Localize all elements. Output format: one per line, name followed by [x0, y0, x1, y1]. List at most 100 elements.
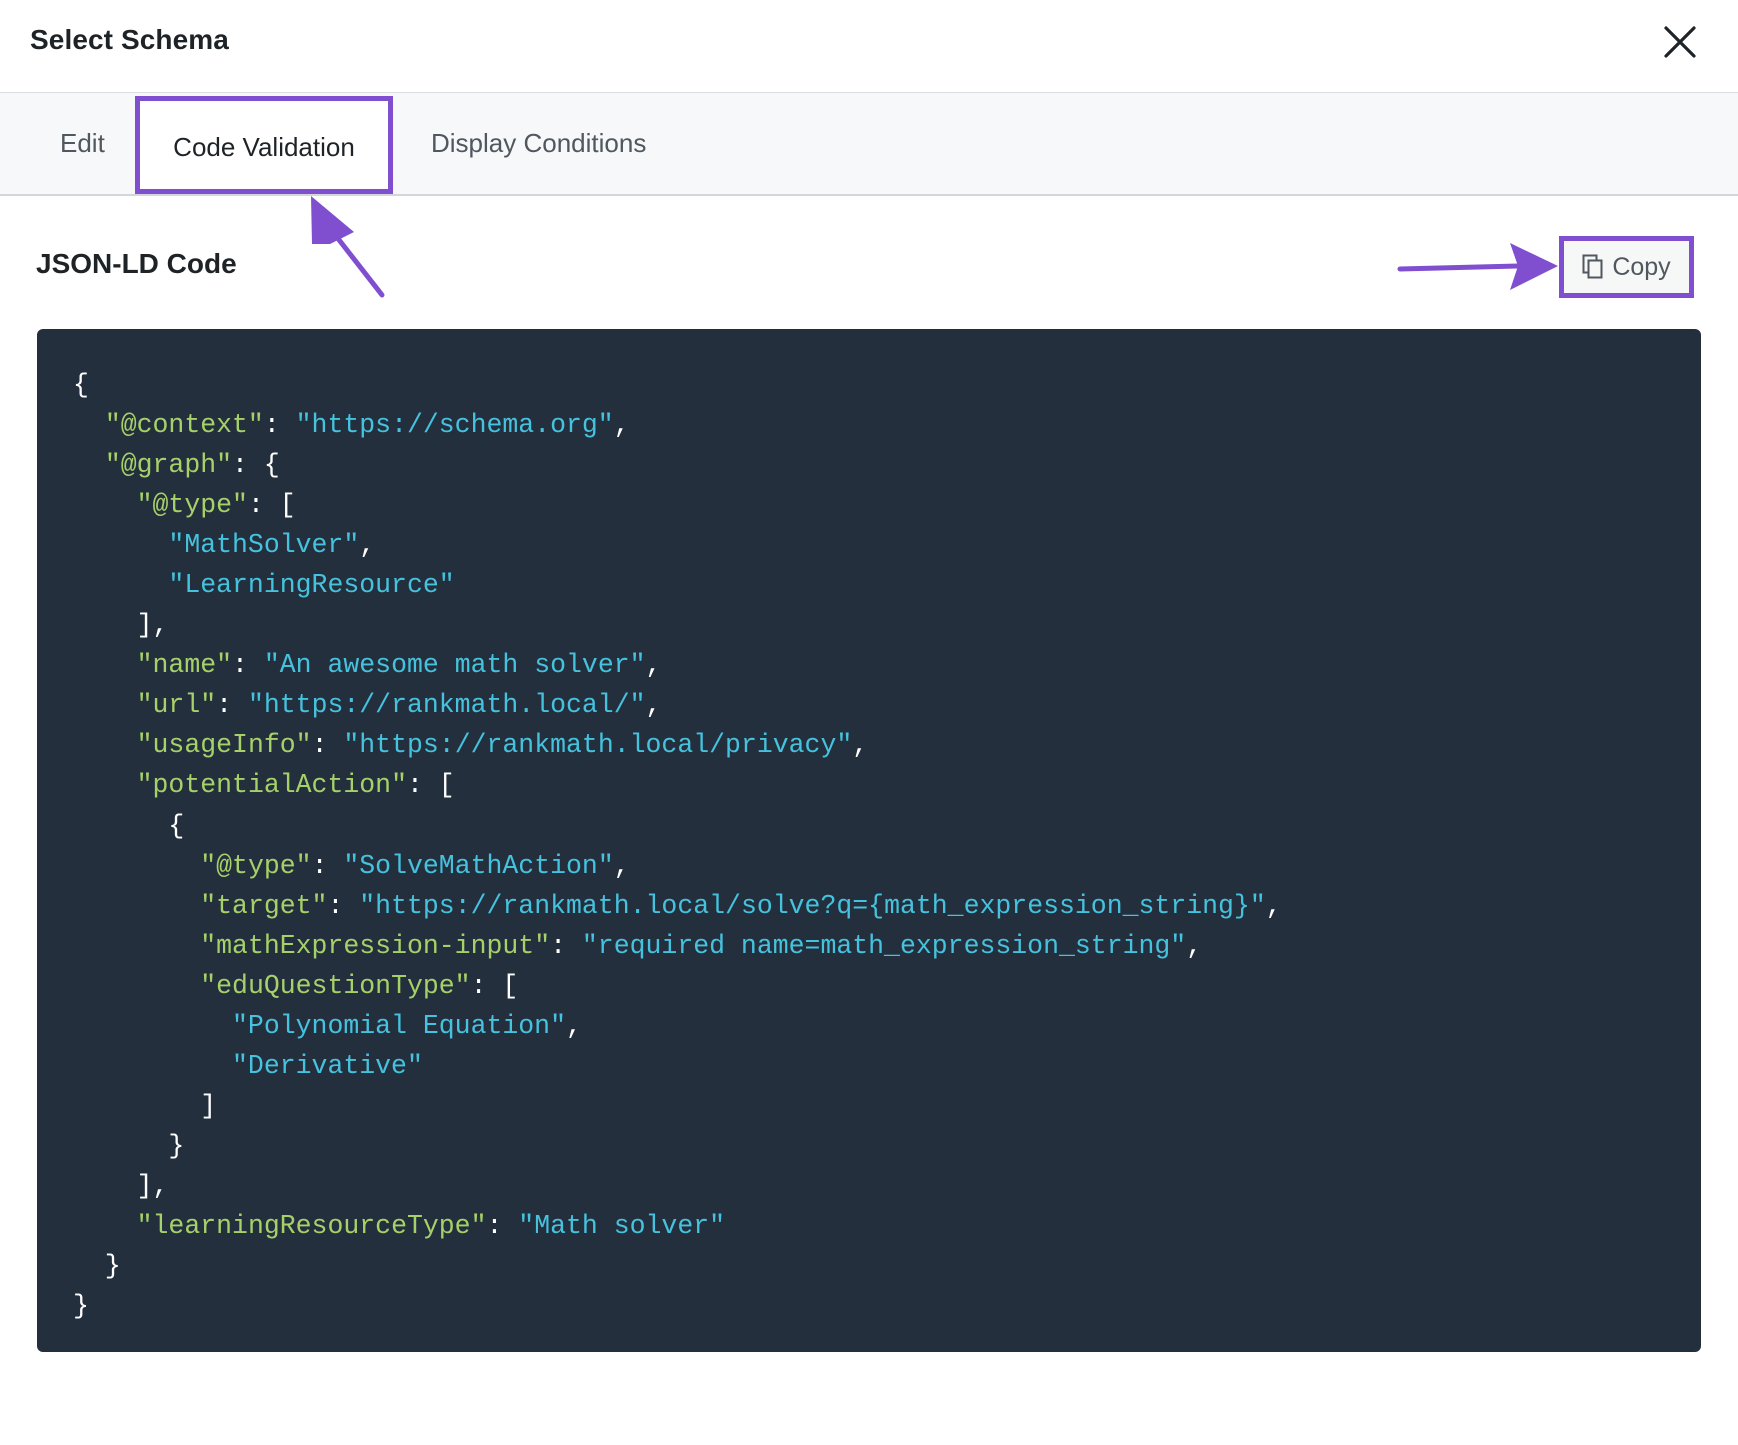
- code-punctuation: :: [311, 850, 344, 881]
- code-key: "mathExpression-input": [200, 930, 551, 961]
- code-punctuation: [73, 1051, 232, 1081]
- code-punctuation: :: [550, 930, 582, 961]
- code-key: "@graph": [104, 450, 233, 481]
- code-punctuation: ,: [566, 1010, 582, 1041]
- code-punctuation: ,: [1186, 930, 1203, 961]
- code-punctuation: [73, 490, 137, 520]
- code-line: "target": "https://rankmath.local/solve?…: [73, 886, 1701, 926]
- section-title: JSON-LD Code: [36, 248, 237, 279]
- code-punctuation: : [: [247, 490, 296, 521]
- code-line: "@context": "https://schema.org",: [73, 405, 1701, 445]
- code-punctuation: ,: [645, 690, 662, 721]
- code-string: "Derivative": [232, 1050, 423, 1081]
- code-line: {: [73, 365, 1701, 405]
- code-punctuation: : [: [470, 970, 519, 1001]
- code-punctuation: [73, 891, 200, 921]
- code-line: ]: [73, 1086, 1701, 1126]
- code-punctuation: ,: [613, 850, 630, 881]
- code-punctuation: ],: [73, 610, 169, 641]
- code-punctuation: ,: [1265, 890, 1282, 921]
- code-line: "url": "https://rankmath.local/",: [73, 685, 1701, 725]
- code-line: "usageInfo": "https://rankmath.local/pri…: [73, 725, 1701, 765]
- close-icon: [1664, 26, 1696, 58]
- code-punctuation: :: [311, 730, 344, 761]
- code-key: "learningResourceType": [136, 1210, 487, 1241]
- code-punctuation: [73, 530, 168, 560]
- code-key: "url": [136, 690, 217, 721]
- code-key: "eduQuestionType": [200, 970, 471, 1001]
- code-line: "@type": "SolveMathAction",: [73, 846, 1701, 886]
- code-punctuation: [73, 1211, 137, 1241]
- arrow-to-copy-annotation: [1397, 243, 1558, 290]
- code-punctuation: [73, 410, 105, 440]
- code-punctuation: [73, 1011, 232, 1041]
- code-punctuation: :: [216, 690, 248, 721]
- code-punctuation: ,: [359, 530, 376, 561]
- code-punctuation: {: [73, 810, 185, 841]
- code-punctuation: ],: [73, 1170, 169, 1201]
- code-string: "required name=math_expression_string": [581, 930, 1187, 961]
- code-punctuation: }: [73, 1130, 185, 1161]
- code-punctuation: ]: [73, 1090, 217, 1121]
- code-line: "LearningResource": [73, 565, 1701, 605]
- code-punctuation: :: [263, 410, 296, 441]
- code-string: "https://rankmath.local/solve?q={math_ex…: [359, 890, 1266, 921]
- code-key: "potentialAction": [136, 770, 407, 801]
- copy-icon: [1582, 254, 1603, 279]
- code-line: "@type": [: [73, 485, 1701, 525]
- tab-display-conditions[interactable]: Display Conditions: [431, 93, 646, 194]
- code-line: }: [73, 1126, 1701, 1166]
- code-line: }: [73, 1246, 1701, 1286]
- tab-code-validation[interactable]: Code Validation: [135, 96, 393, 194]
- code-string: "https://schema.org": [295, 410, 614, 441]
- code-punctuation: [73, 971, 200, 1001]
- code-line: "Derivative": [73, 1046, 1701, 1086]
- code-line: "potentialAction": [: [73, 765, 1701, 805]
- code-punctuation: ,: [613, 410, 630, 441]
- arrow-to-tab-annotation: [311, 196, 385, 298]
- code-string: "LearningResource": [168, 570, 455, 601]
- code-line: "MathSolver",: [73, 525, 1701, 565]
- code-punctuation: :: [232, 650, 264, 681]
- code-string: "Math solver": [518, 1210, 726, 1241]
- code-key: "usageInfo": [136, 730, 312, 761]
- tab-edit[interactable]: Edit: [60, 93, 105, 194]
- code-line: "name": "An awesome math solver",: [73, 645, 1701, 685]
- code-punctuation: :: [327, 890, 360, 921]
- code-lines: { "@context": "https://schema.org", "@gr…: [73, 365, 1701, 1326]
- code-key: "name": [136, 650, 233, 681]
- code-punctuation: ,: [852, 730, 869, 761]
- code-punctuation: [73, 931, 200, 961]
- code-string: "MathSolver": [168, 530, 360, 561]
- modal-title: Select Schema: [30, 24, 229, 55]
- copy-button[interactable]: Copy: [1559, 236, 1694, 298]
- code-punctuation: [73, 851, 200, 881]
- code-string: "Polynomial Equation": [232, 1010, 566, 1041]
- code-line: "eduQuestionType": [: [73, 966, 1701, 1006]
- code-key: "@context": [104, 410, 264, 441]
- json-ld-code-block: { "@context": "https://schema.org", "@gr…: [37, 329, 1701, 1352]
- code-key: "@type": [136, 490, 248, 521]
- code-punctuation: }: [73, 1251, 121, 1282]
- code-punctuation: : {: [232, 450, 280, 481]
- code-line: "mathExpression-input": "required name=m…: [73, 926, 1701, 966]
- code-line: "Polynomial Equation",: [73, 1006, 1701, 1046]
- code-punctuation: : [: [406, 770, 455, 801]
- code-string: "An awesome math solver": [263, 650, 646, 681]
- code-punctuation: [73, 770, 137, 800]
- code-punctuation: [73, 450, 105, 480]
- code-key: "target": [200, 890, 328, 921]
- code-punctuation: [73, 650, 137, 680]
- code-line: ],: [73, 605, 1701, 645]
- code-string: "https://rankmath.local/privacy": [343, 730, 853, 761]
- code-punctuation: [73, 690, 137, 720]
- code-line: {: [73, 806, 1701, 846]
- copy-label: Copy: [1612, 252, 1671, 281]
- tab-bar: Edit Code Validation Display Conditions: [0, 93, 1738, 196]
- code-line: "learningResourceType": "Math solver": [73, 1206, 1701, 1246]
- close-button[interactable]: [1656, 16, 1704, 68]
- code-punctuation: :: [486, 1210, 519, 1241]
- code-string: "https://rankmath.local/": [247, 690, 646, 721]
- code-punctuation: }: [73, 1291, 89, 1322]
- code-line: }: [73, 1286, 1701, 1326]
